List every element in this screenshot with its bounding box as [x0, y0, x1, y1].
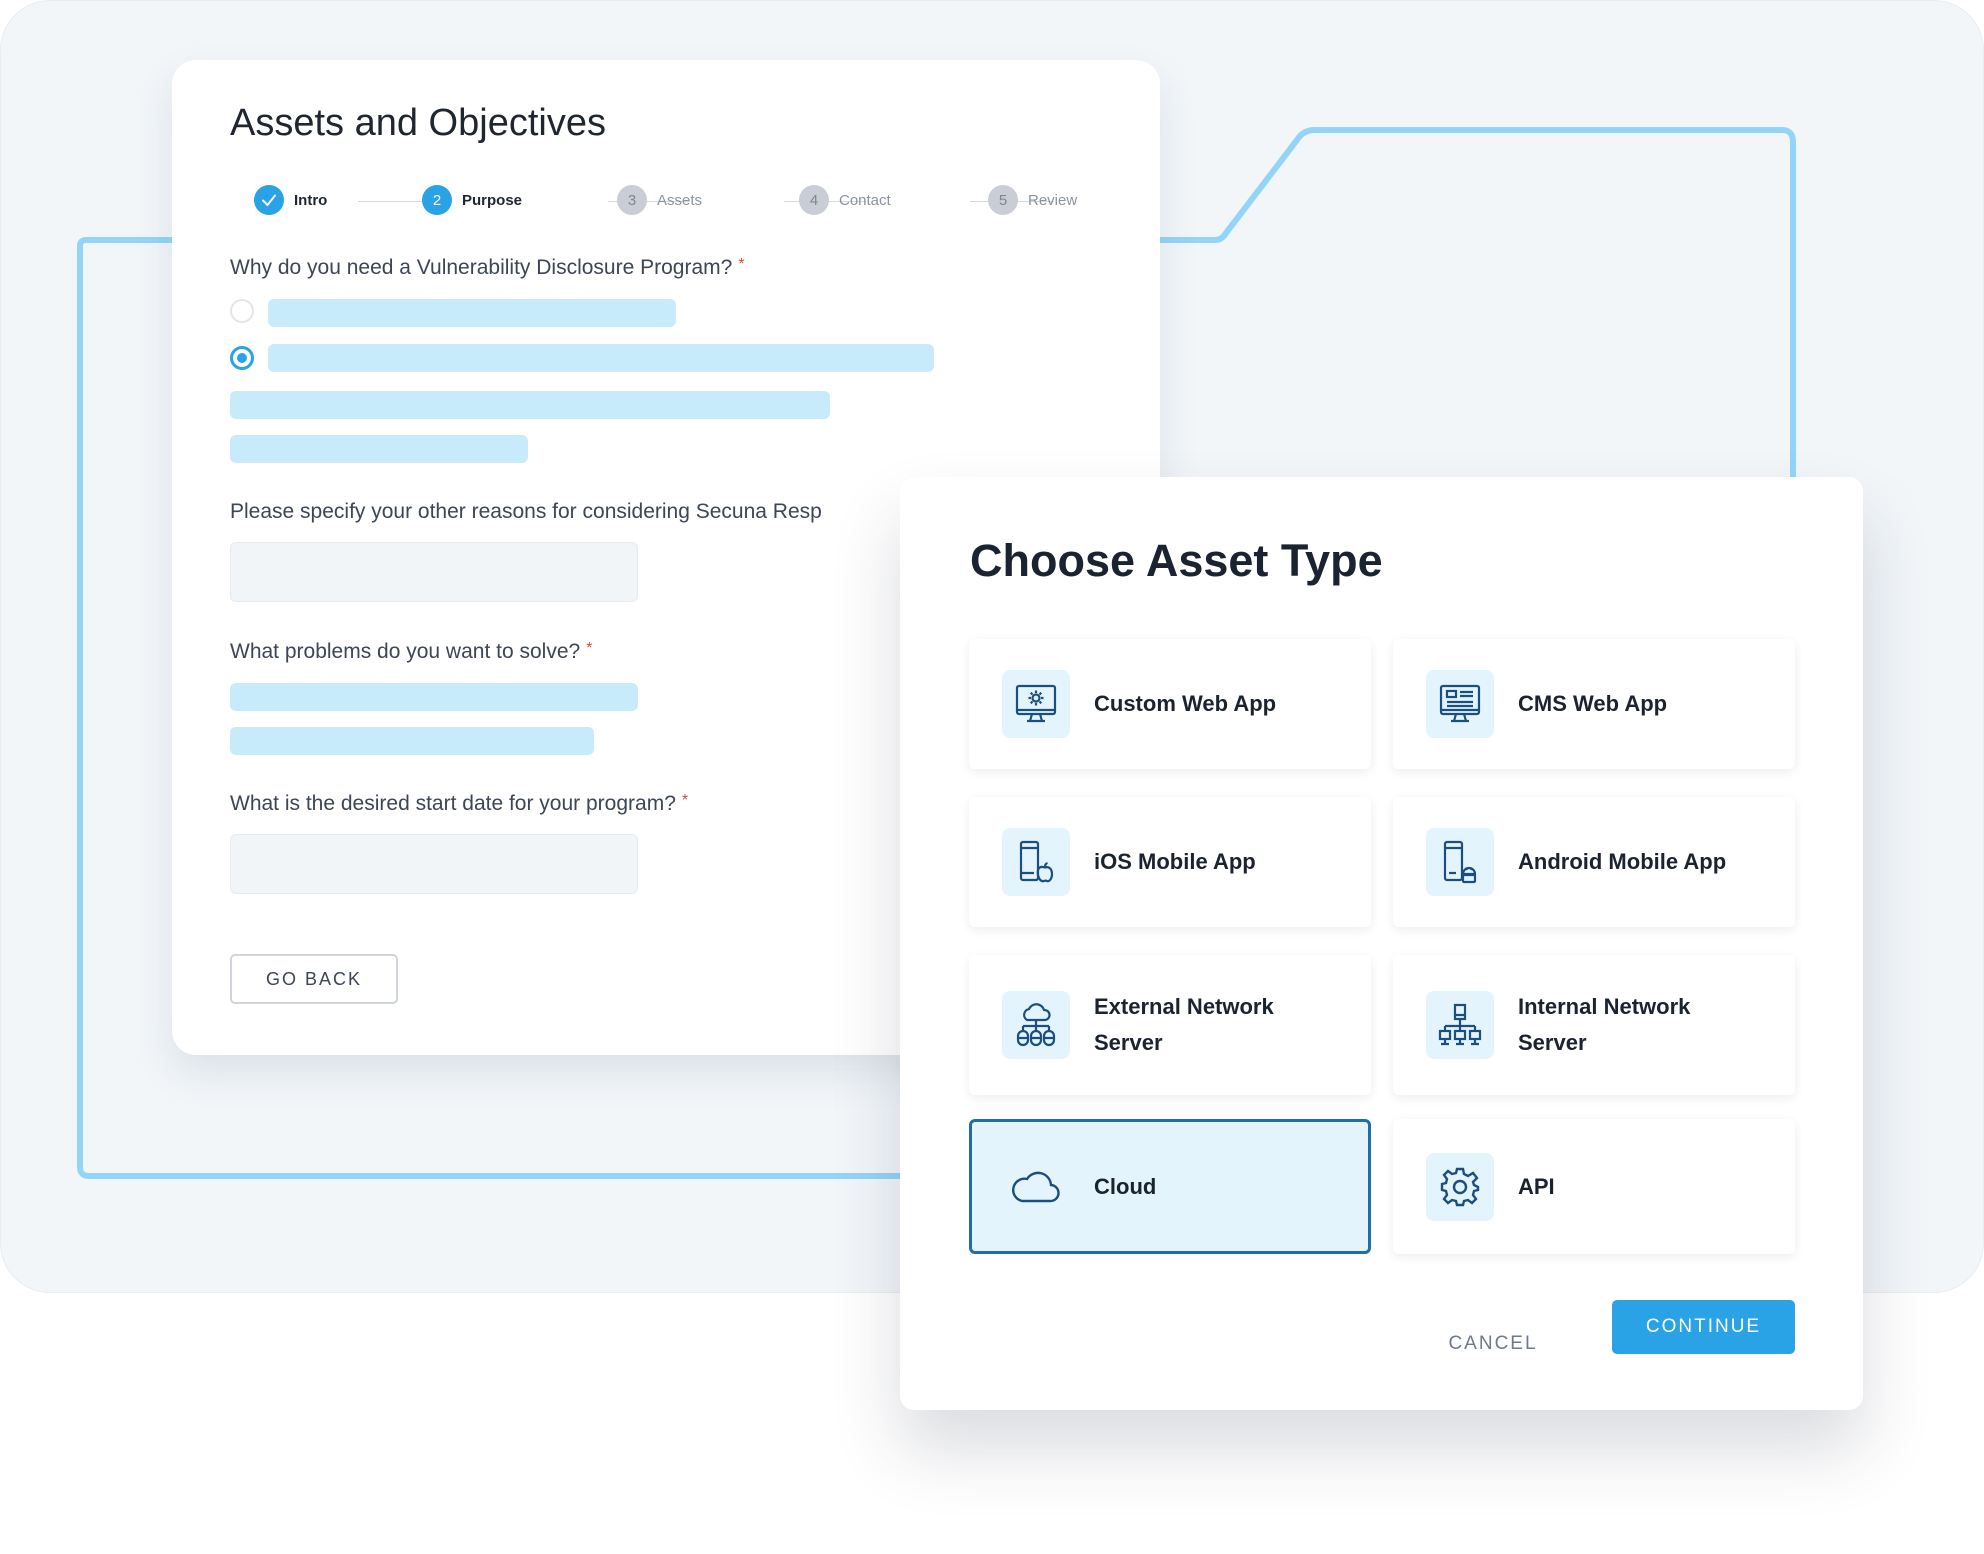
gear-icon — [1426, 1152, 1494, 1221]
tile-label: API — [1518, 1173, 1555, 1199]
asset-tile-cloud[interactable]: Cloud — [969, 1119, 1371, 1254]
option-text-placeholder — [230, 391, 830, 419]
cloud-network-icon — [1002, 991, 1070, 1059]
radio-option-2[interactable] — [230, 346, 254, 370]
decorative-line — [1160, 127, 1796, 478]
tile-label: Cloud — [1094, 1173, 1157, 1199]
step-assets[interactable]: 3 Assets — [617, 185, 702, 215]
option-text-placeholder — [230, 435, 528, 463]
step-label: Purpose — [462, 191, 523, 209]
asset-tile-ios-mobile-app[interactable]: iOS Mobile App — [969, 797, 1371, 927]
step-purpose[interactable]: 2 Purpose — [422, 185, 522, 215]
tile-label-line: Internal Network — [1518, 994, 1691, 1019]
question-text: What is the desired start date for your … — [230, 792, 676, 815]
monitor-layout-icon — [1426, 670, 1494, 738]
radio-option-1[interactable] — [230, 299, 254, 323]
tile-label: CMS Web App — [1518, 691, 1668, 716]
cancel-button[interactable]: CANCEL — [1428, 1317, 1558, 1371]
problem-option-placeholder[interactable] — [230, 683, 638, 711]
option-text-placeholder — [268, 344, 934, 372]
question-why-vdp: Why do you need a Vulnerability Disclosu… — [230, 256, 745, 280]
asset-tile-custom-web-app[interactable]: Custom Web App — [969, 639, 1371, 769]
required-marker: * — [586, 640, 593, 657]
question-start-date: What is the desired start date for your … — [230, 792, 688, 816]
step-label: Contact — [839, 191, 891, 209]
asset-tile-external-network-server[interactable]: External Network Server — [969, 955, 1371, 1095]
question-text: Why do you need a Vulnerability Disclosu… — [230, 256, 733, 279]
step-contact[interactable]: 4 Contact — [799, 185, 891, 215]
step-number: 5 — [988, 185, 1018, 215]
cloud-icon — [1002, 1153, 1070, 1221]
tile-label: External Network Server — [1094, 989, 1274, 1061]
choose-asset-type-modal: Choose Asset Type Custom Web App CMS Web… — [900, 477, 1863, 1410]
modal-title: Choose Asset Type — [970, 535, 1383, 586]
start-date-input[interactable] — [230, 834, 638, 894]
required-marker: * — [738, 256, 745, 273]
step-number: 3 — [617, 185, 647, 215]
asset-tile-api[interactable]: API — [1393, 1119, 1795, 1254]
asset-tile-internal-network-server[interactable]: Internal Network Server — [1393, 955, 1795, 1095]
step-number: 4 — [799, 185, 829, 215]
step-label: Intro — [294, 191, 328, 209]
step-number: 2 — [422, 185, 452, 215]
check-icon — [254, 185, 284, 215]
problem-option-placeholder[interactable] — [230, 727, 594, 755]
monitor-gear-icon — [1002, 670, 1070, 738]
tile-label-line: Server — [1094, 1030, 1163, 1055]
step-review[interactable]: 5 Review — [988, 185, 1077, 215]
option-text-placeholder — [268, 299, 676, 327]
page-title: Assets and Objectives — [230, 102, 606, 144]
tile-label-line: External Network — [1094, 994, 1274, 1019]
tile-label: iOS Mobile App — [1094, 849, 1256, 874]
server-network-icon — [1426, 991, 1494, 1059]
go-back-button[interactable]: GO BACK — [230, 954, 398, 1004]
question-other-reasons: Please specify your other reasons for co… — [230, 500, 822, 523]
step-intro[interactable]: Intro — [254, 185, 327, 215]
asset-tile-android-mobile-app[interactable]: Android Mobile App — [1393, 797, 1795, 927]
asset-tile-cms-web-app[interactable]: CMS Web App — [1393, 639, 1795, 769]
continue-button[interactable]: CONTINUE — [1612, 1300, 1795, 1354]
question-text: What problems do you want to solve? — [230, 640, 581, 663]
tile-label: Android Mobile App — [1518, 849, 1727, 874]
tile-label: Internal Network Server — [1518, 989, 1690, 1061]
phone-android-icon — [1426, 828, 1494, 896]
other-reasons-input[interactable] — [230, 542, 638, 602]
question-problems: What problems do you want to solve? * — [230, 640, 592, 664]
step-label: Review — [1028, 191, 1078, 209]
phone-apple-icon — [1002, 828, 1070, 896]
stepper: Intro 2 Purpose 3 Assets 4 Contact 5 Rev… — [254, 185, 1084, 219]
step-label: Assets — [657, 191, 703, 209]
required-marker: * — [681, 792, 689, 809]
tile-label: Custom Web App — [1094, 691, 1277, 716]
tile-label-line: Server — [1518, 1030, 1587, 1055]
